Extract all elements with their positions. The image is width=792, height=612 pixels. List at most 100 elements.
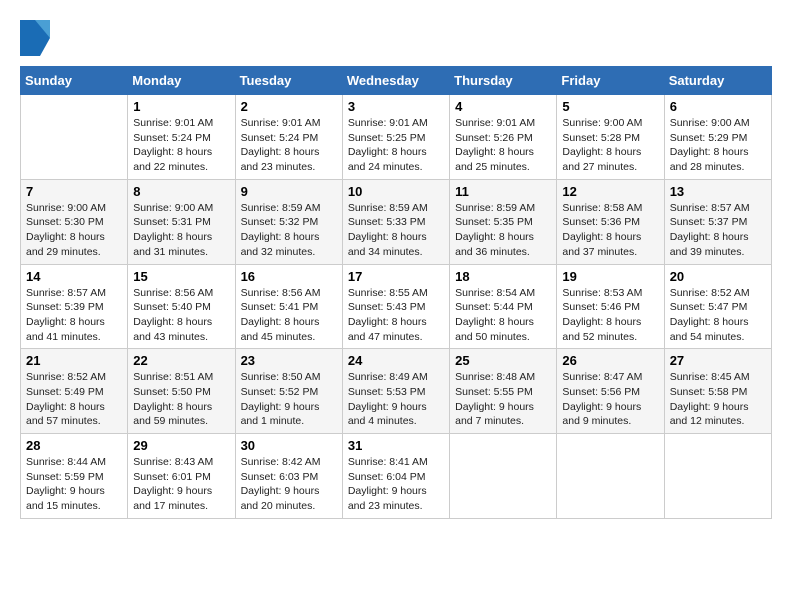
day-info: Sunrise: 8:54 AMSunset: 5:44 PMDaylight:… xyxy=(455,286,551,345)
day-info: Sunrise: 8:49 AMSunset: 5:53 PMDaylight:… xyxy=(348,370,444,429)
day-number: 25 xyxy=(455,353,551,368)
day-number: 16 xyxy=(241,269,337,284)
calendar-cell xyxy=(664,434,771,519)
calendar-header: SundayMondayTuesdayWednesdayThursdayFrid… xyxy=(21,67,772,95)
day-number: 27 xyxy=(670,353,766,368)
day-info: Sunrise: 8:52 AMSunset: 5:49 PMDaylight:… xyxy=(26,370,122,429)
calendar-cell: 19 Sunrise: 8:53 AMSunset: 5:46 PMDayligh… xyxy=(557,264,664,349)
calendar-row: 28 Sunrise: 8:44 AMSunset: 5:59 PMDayligh… xyxy=(21,434,772,519)
day-number: 5 xyxy=(562,99,658,114)
day-info: Sunrise: 8:50 AMSunset: 5:52 PMDaylight:… xyxy=(241,370,337,429)
day-info: Sunrise: 9:00 AMSunset: 5:30 PMDaylight:… xyxy=(26,201,122,260)
day-info: Sunrise: 8:47 AMSunset: 5:56 PMDaylight:… xyxy=(562,370,658,429)
day-number: 1 xyxy=(133,99,229,114)
day-info: Sunrise: 8:59 AMSunset: 5:33 PMDaylight:… xyxy=(348,201,444,260)
day-number: 8 xyxy=(133,184,229,199)
calendar-cell xyxy=(557,434,664,519)
day-number: 19 xyxy=(562,269,658,284)
calendar-cell: 7 Sunrise: 9:00 AMSunset: 5:30 PMDaylight… xyxy=(21,179,128,264)
day-info: Sunrise: 8:42 AMSunset: 6:03 PMDaylight:… xyxy=(241,455,337,514)
day-info: Sunrise: 9:01 AMSunset: 5:26 PMDaylight:… xyxy=(455,116,551,175)
day-info: Sunrise: 8:44 AMSunset: 5:59 PMDaylight:… xyxy=(26,455,122,514)
day-number: 17 xyxy=(348,269,444,284)
calendar-body: 1 Sunrise: 9:01 AMSunset: 5:24 PMDaylight… xyxy=(21,95,772,519)
header-cell-sunday: Sunday xyxy=(21,67,128,95)
calendar-cell: 16 Sunrise: 8:56 AMSunset: 5:41 PMDayligh… xyxy=(235,264,342,349)
day-number: 23 xyxy=(241,353,337,368)
day-info: Sunrise: 8:55 AMSunset: 5:43 PMDaylight:… xyxy=(348,286,444,345)
logo xyxy=(20,20,54,56)
day-info: Sunrise: 9:01 AMSunset: 5:24 PMDaylight:… xyxy=(133,116,229,175)
day-info: Sunrise: 8:56 AMSunset: 5:40 PMDaylight:… xyxy=(133,286,229,345)
calendar-cell: 20 Sunrise: 8:52 AMSunset: 5:47 PMDayligh… xyxy=(664,264,771,349)
calendar-cell: 13 Sunrise: 8:57 AMSunset: 5:37 PMDayligh… xyxy=(664,179,771,264)
calendar-row: 14 Sunrise: 8:57 AMSunset: 5:39 PMDayligh… xyxy=(21,264,772,349)
day-number: 13 xyxy=(670,184,766,199)
day-info: Sunrise: 8:57 AMSunset: 5:39 PMDaylight:… xyxy=(26,286,122,345)
calendar-cell: 15 Sunrise: 8:56 AMSunset: 5:40 PMDayligh… xyxy=(128,264,235,349)
header-cell-thursday: Thursday xyxy=(450,67,557,95)
calendar-row: 7 Sunrise: 9:00 AMSunset: 5:30 PMDaylight… xyxy=(21,179,772,264)
calendar-row: 21 Sunrise: 8:52 AMSunset: 5:49 PMDayligh… xyxy=(21,349,772,434)
calendar-cell: 24Sunrise: 8:49 AMSunset: 5:53 PMDayligh… xyxy=(342,349,449,434)
header-cell-saturday: Saturday xyxy=(664,67,771,95)
calendar-cell: 11 Sunrise: 8:59 AMSunset: 5:35 PMDayligh… xyxy=(450,179,557,264)
day-number: 29 xyxy=(133,438,229,453)
day-info: Sunrise: 9:01 AMSunset: 5:25 PMDaylight:… xyxy=(348,116,444,175)
calendar-cell: 18Sunrise: 8:54 AMSunset: 5:44 PMDayligh… xyxy=(450,264,557,349)
day-number: 6 xyxy=(670,99,766,114)
calendar-cell: 14 Sunrise: 8:57 AMSunset: 5:39 PMDayligh… xyxy=(21,264,128,349)
calendar-cell: 26 Sunrise: 8:47 AMSunset: 5:56 PMDayligh… xyxy=(557,349,664,434)
calendar-cell: 4Sunrise: 9:01 AMSunset: 5:26 PMDaylight… xyxy=(450,95,557,180)
logo-icon xyxy=(20,20,50,56)
calendar-cell: 23 Sunrise: 8:50 AMSunset: 5:52 PMDayligh… xyxy=(235,349,342,434)
header-cell-wednesday: Wednesday xyxy=(342,67,449,95)
day-info: Sunrise: 9:00 AMSunset: 5:29 PMDaylight:… xyxy=(670,116,766,175)
calendar-cell xyxy=(21,95,128,180)
day-number: 26 xyxy=(562,353,658,368)
calendar-cell: 12Sunrise: 8:58 AMSunset: 5:36 PMDayligh… xyxy=(557,179,664,264)
header-cell-monday: Monday xyxy=(128,67,235,95)
day-info: Sunrise: 8:51 AMSunset: 5:50 PMDaylight:… xyxy=(133,370,229,429)
day-number: 10 xyxy=(348,184,444,199)
header-cell-tuesday: Tuesday xyxy=(235,67,342,95)
calendar-cell: 17 Sunrise: 8:55 AMSunset: 5:43 PMDayligh… xyxy=(342,264,449,349)
day-number: 11 xyxy=(455,184,551,199)
day-number: 14 xyxy=(26,269,122,284)
day-number: 28 xyxy=(26,438,122,453)
day-number: 2 xyxy=(241,99,337,114)
calendar-cell: 6 Sunrise: 9:00 AMSunset: 5:29 PMDaylight… xyxy=(664,95,771,180)
calendar-cell: 29Sunrise: 8:43 AMSunset: 6:01 PMDayligh… xyxy=(128,434,235,519)
calendar-cell: 30 Sunrise: 8:42 AMSunset: 6:03 PMDayligh… xyxy=(235,434,342,519)
calendar-cell: 25 Sunrise: 8:48 AMSunset: 5:55 PMDayligh… xyxy=(450,349,557,434)
day-info: Sunrise: 8:53 AMSunset: 5:46 PMDaylight:… xyxy=(562,286,658,345)
day-info: Sunrise: 8:48 AMSunset: 5:55 PMDaylight:… xyxy=(455,370,551,429)
calendar-cell: 31Sunrise: 8:41 AMSunset: 6:04 PMDayligh… xyxy=(342,434,449,519)
day-number: 7 xyxy=(26,184,122,199)
header-cell-friday: Friday xyxy=(557,67,664,95)
calendar-cell: 28 Sunrise: 8:44 AMSunset: 5:59 PMDayligh… xyxy=(21,434,128,519)
day-info: Sunrise: 8:41 AMSunset: 6:04 PMDaylight:… xyxy=(348,455,444,514)
day-number: 21 xyxy=(26,353,122,368)
day-number: 30 xyxy=(241,438,337,453)
calendar-cell: 2Sunrise: 9:01 AMSunset: 5:24 PMDaylight… xyxy=(235,95,342,180)
day-number: 22 xyxy=(133,353,229,368)
calendar-row: 1 Sunrise: 9:01 AMSunset: 5:24 PMDaylight… xyxy=(21,95,772,180)
day-number: 15 xyxy=(133,269,229,284)
header-row: SundayMondayTuesdayWednesdayThursdayFrid… xyxy=(21,67,772,95)
day-info: Sunrise: 9:00 AMSunset: 5:28 PMDaylight:… xyxy=(562,116,658,175)
page-header xyxy=(20,20,772,56)
day-info: Sunrise: 8:52 AMSunset: 5:47 PMDaylight:… xyxy=(670,286,766,345)
day-info: Sunrise: 8:57 AMSunset: 5:37 PMDaylight:… xyxy=(670,201,766,260)
day-info: Sunrise: 9:00 AMSunset: 5:31 PMDaylight:… xyxy=(133,201,229,260)
day-info: Sunrise: 8:59 AMSunset: 5:35 PMDaylight:… xyxy=(455,201,551,260)
calendar-cell: 22 Sunrise: 8:51 AMSunset: 5:50 PMDayligh… xyxy=(128,349,235,434)
day-number: 3 xyxy=(348,99,444,114)
day-info: Sunrise: 8:45 AMSunset: 5:58 PMDaylight:… xyxy=(670,370,766,429)
calendar-table: SundayMondayTuesdayWednesdayThursdayFrid… xyxy=(20,66,772,519)
day-number: 12 xyxy=(562,184,658,199)
calendar-cell: 9Sunrise: 8:59 AMSunset: 5:32 PMDaylight… xyxy=(235,179,342,264)
day-number: 20 xyxy=(670,269,766,284)
calendar-cell xyxy=(450,434,557,519)
day-info: Sunrise: 8:56 AMSunset: 5:41 PMDaylight:… xyxy=(241,286,337,345)
